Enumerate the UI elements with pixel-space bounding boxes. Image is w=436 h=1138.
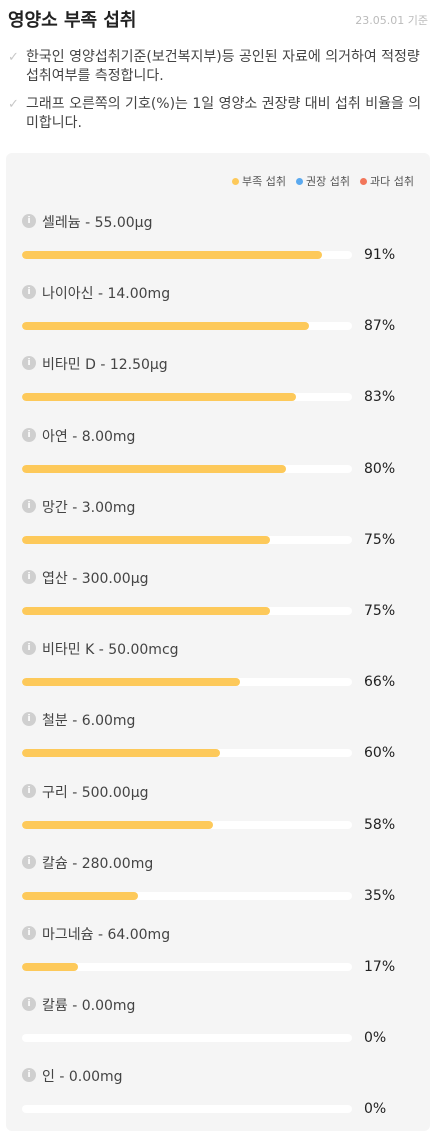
bar-track bbox=[22, 749, 352, 758]
percent-label: 75% bbox=[364, 603, 396, 619]
percent-label: 75% bbox=[364, 531, 396, 548]
bar-track bbox=[22, 678, 352, 687]
nutrient-label: 칼륨 - 0.00mg bbox=[42, 998, 136, 1015]
bar-track bbox=[22, 1105, 352, 1114]
check-icon: ✓ bbox=[8, 50, 19, 65]
chart-panel: 부족 섭취 권장 섭취 과다 섭취 i 셀레늄 - 55.00μg 91% i 나이아신… bbox=[6, 153, 430, 1131]
bar-fill bbox=[22, 820, 214, 829]
percent-label: 35% bbox=[364, 887, 396, 904]
nutrient-label: 비타민 K - 50.00mcg bbox=[42, 642, 179, 659]
legend-label-recommended: 권장 섭취 bbox=[306, 175, 351, 188]
nutrient-label: 마그네슘 - 64.00mg bbox=[42, 927, 171, 943]
info-icon[interactable]: i bbox=[22, 712, 36, 727]
nutrient-label: 철분 - 6.00mg bbox=[42, 713, 136, 730]
info-icon[interactable]: i bbox=[22, 214, 36, 228]
note-item: ✓ 한국인 영양섭취기준(보건복지부)등 공인된 자료에 의거하여 적정량 섭취… bbox=[6, 48, 430, 86]
nutrient-row: i 구리 - 500.00μg 58% bbox=[22, 783, 414, 855]
bar-fill bbox=[22, 963, 79, 971]
bar-fill bbox=[22, 607, 270, 615]
nutrient-row: i 엽산 - 300.00μg 75% bbox=[22, 570, 414, 641]
legend-dot-recommended bbox=[296, 177, 304, 185]
date-label: 23.05.01 기준 bbox=[355, 14, 428, 27]
percent-label: 0% bbox=[364, 1101, 387, 1118]
bar-fill bbox=[22, 464, 286, 473]
bar-track bbox=[22, 963, 352, 971]
info-icon[interactable]: i bbox=[22, 783, 36, 798]
note-text: 한국인 영양섭취기준(보건복지부)등 공인된 자료에 의거하여 적정량 섭취여부… bbox=[26, 49, 420, 84]
bar-fill bbox=[22, 749, 220, 758]
legend-dot-deficient bbox=[232, 177, 240, 185]
info-icon[interactable]: i bbox=[22, 997, 36, 1012]
info-icon[interactable]: i bbox=[22, 854, 36, 869]
legend-dot-excess bbox=[360, 177, 368, 185]
info-icon[interactable]: i bbox=[22, 570, 36, 584]
bar-track bbox=[22, 891, 352, 900]
nutrient-row: i 마그네슘 - 64.00mg 17% bbox=[22, 926, 414, 997]
header: 영양소 부족 섭취 23.05.01 기준 bbox=[8, 6, 428, 32]
bar-fill bbox=[22, 322, 310, 331]
bar-fill bbox=[22, 393, 296, 402]
info-icon[interactable]: i bbox=[22, 641, 36, 656]
bar-fill bbox=[22, 535, 270, 544]
info-icon[interactable]: i bbox=[22, 356, 36, 371]
bar-track bbox=[22, 1034, 352, 1043]
bar-fill bbox=[22, 678, 240, 687]
info-icon[interactable]: i bbox=[22, 498, 36, 513]
nutrient-row: i 인 - 0.00mg 0% bbox=[22, 1068, 414, 1138]
nutrient-label: 망간 - 3.00mg bbox=[42, 499, 136, 516]
nutrient-label: 셀레늄 - 55.00μg bbox=[42, 215, 153, 231]
legend-label-excess: 과다 섭취 bbox=[370, 175, 414, 188]
percent-label: 66% bbox=[364, 674, 396, 691]
nutrient-row: i 칼슘 - 280.00mg 35% bbox=[22, 854, 414, 926]
percent-label: 0% bbox=[364, 1030, 387, 1047]
info-icon[interactable]: i bbox=[22, 285, 36, 300]
nutrient-label: 구리 - 500.00μg bbox=[42, 784, 149, 801]
percent-label: 83% bbox=[364, 389, 396, 406]
nutrient-label: 아연 - 8.00mg bbox=[42, 428, 136, 445]
note-text: 그래프 오른쪽의 기호(%)는 1일 영양소 권장량 대비 섭취 비율을 의미합… bbox=[26, 96, 422, 131]
percent-label: 60% bbox=[364, 745, 396, 762]
nutrient-label: 비타민 D - 12.50μg bbox=[42, 357, 168, 374]
nutrient-row: i 철분 - 6.00mg 60% bbox=[22, 712, 414, 783]
legend-item-excess: 과다 섭취 bbox=[360, 173, 414, 189]
bar-track bbox=[22, 535, 352, 544]
page-title: 영양소 부족 섭취 bbox=[8, 10, 137, 31]
note-item: ✓ 그래프 오른쪽의 기호(%)는 1일 영양소 권장량 대비 섭취 비율을 의… bbox=[6, 95, 430, 133]
legend-item-deficient: 부족 섭취 bbox=[232, 173, 286, 189]
nutrient-row: i 칼륨 - 0.00mg 0% bbox=[22, 997, 414, 1068]
nutrient-row: i 나이아신 - 14.00mg 87% bbox=[22, 285, 414, 356]
bar-track bbox=[22, 393, 352, 402]
nutrient-label: 칼슘 - 280.00mg bbox=[42, 855, 154, 872]
bar-track bbox=[22, 251, 352, 259]
bar-track bbox=[22, 607, 352, 615]
info-icon[interactable]: i bbox=[22, 1068, 36, 1083]
legend-label-deficient: 부족 섭취 bbox=[242, 175, 287, 188]
check-icon: ✓ bbox=[8, 97, 19, 112]
nutrient-label: 엽산 - 300.00μg bbox=[42, 571, 149, 587]
nutrient-row: i 아연 - 8.00mg 80% bbox=[22, 427, 414, 499]
percent-label: 91% bbox=[364, 247, 396, 263]
nutrient-row: i 망간 - 3.00mg 75% bbox=[22, 498, 414, 570]
percent-label: 58% bbox=[364, 816, 396, 833]
nutrient-row: i 셀레늄 - 55.00μg 91% bbox=[22, 214, 414, 285]
nutrient-label: 인 - 0.00mg bbox=[42, 1069, 123, 1086]
info-icon[interactable]: i bbox=[22, 926, 36, 940]
bar-track bbox=[22, 322, 352, 331]
legend: 부족 섭취 권장 섭취 과다 섭취 bbox=[232, 173, 414, 189]
percent-label: 80% bbox=[364, 460, 396, 477]
nutrient-label: 나이아신 - 14.00mg bbox=[42, 286, 171, 303]
legend-item-recommended: 권장 섭취 bbox=[296, 173, 350, 189]
notes: ✓ 한국인 영양섭취기준(보건복지부)등 공인된 자료에 의거하여 적정량 섭취… bbox=[6, 48, 430, 142]
nutrient-row: i 비타민 K - 50.00mcg 66% bbox=[22, 641, 414, 712]
bar-track bbox=[22, 820, 352, 829]
bar-fill bbox=[22, 891, 138, 900]
percent-label: 17% bbox=[364, 959, 396, 975]
nutrient-row: i 비타민 D - 12.50μg 83% bbox=[22, 356, 414, 427]
info-icon[interactable]: i bbox=[22, 427, 36, 442]
bar-fill bbox=[22, 251, 323, 259]
percent-label: 87% bbox=[364, 318, 396, 335]
bar-track bbox=[22, 464, 352, 473]
